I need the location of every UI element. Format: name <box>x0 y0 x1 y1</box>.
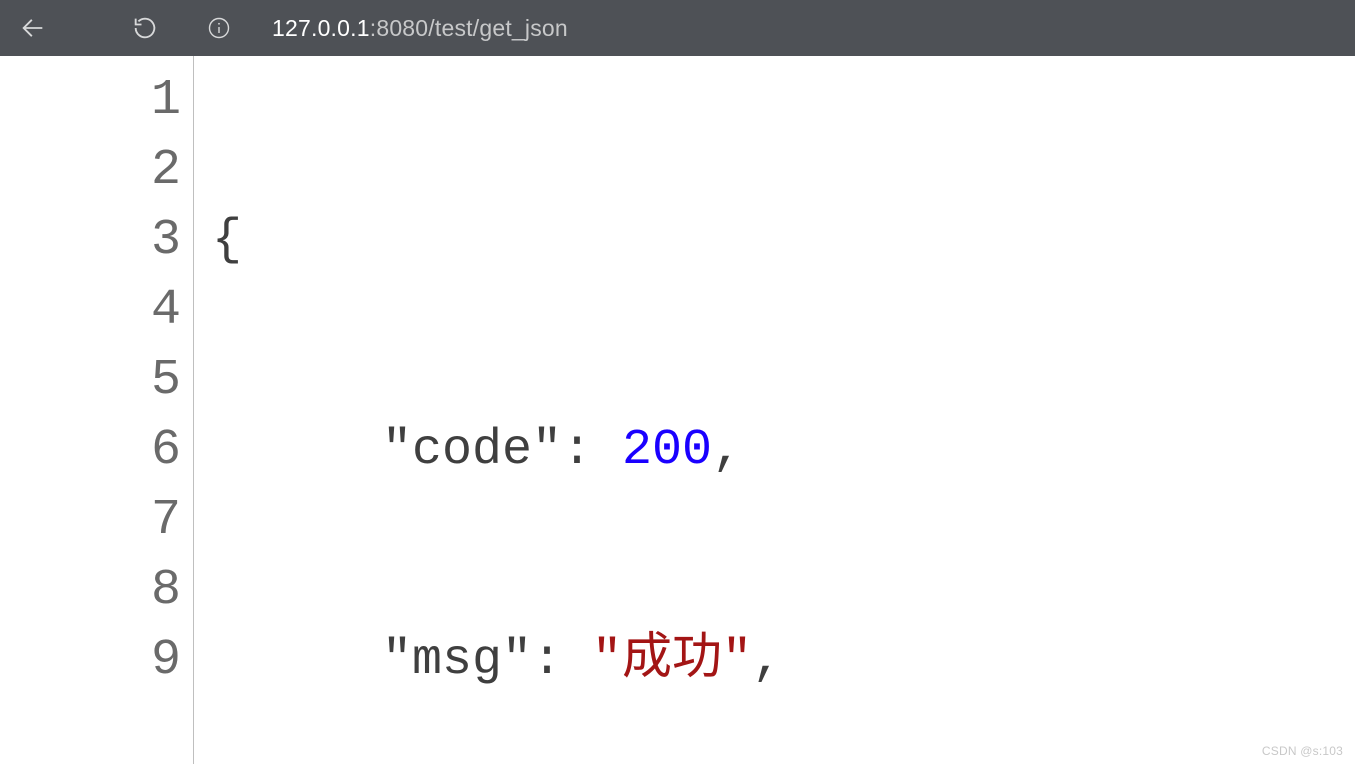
json-value-code: 200 <box>622 416 712 486</box>
reload-button[interactable] <box>126 9 164 47</box>
browser-toolbar: 127.0.0.1:8080/test/get_json <box>0 0 1355 56</box>
info-icon <box>207 16 231 40</box>
brace-open: { <box>212 206 242 276</box>
line-number: 2 <box>0 136 181 206</box>
line-number-gutter: 1 2 3 4 5 6 7 8 9 <box>0 56 194 764</box>
line-number: 5 <box>0 346 181 416</box>
json-key-code: "code" <box>382 416 562 486</box>
json-key-msg: "msg" <box>382 626 532 696</box>
code-line: "msg": "成功", <box>212 626 1355 696</box>
line-number: 1 <box>0 66 181 136</box>
code-line: { <box>212 206 1355 276</box>
site-info-button[interactable] <box>204 13 234 43</box>
line-number: 6 <box>0 416 181 486</box>
line-number: 9 <box>0 626 181 696</box>
json-value-msg: "成功" <box>592 626 752 696</box>
url-host: 127.0.0.1 <box>272 15 370 42</box>
watermark: CSDN @s:103 <box>1262 744 1343 758</box>
reload-icon <box>131 14 159 42</box>
address-bar[interactable]: 127.0.0.1:8080/test/get_json <box>272 15 1341 42</box>
url-path: :8080/test/get_json <box>370 15 568 42</box>
json-viewer: 1 2 3 4 5 6 7 8 9 { "code": 200, "msg": … <box>0 56 1355 764</box>
line-number: 7 <box>0 486 181 556</box>
back-button[interactable] <box>14 9 52 47</box>
line-number: 8 <box>0 556 181 626</box>
code-line: "code": 200, <box>212 416 1355 486</box>
arrow-left-icon <box>19 14 47 42</box>
line-number: 4 <box>0 276 181 346</box>
code-body: { "code": 200, "msg": "成功", "data": { "d… <box>194 56 1355 764</box>
line-number: 3 <box>0 206 181 276</box>
